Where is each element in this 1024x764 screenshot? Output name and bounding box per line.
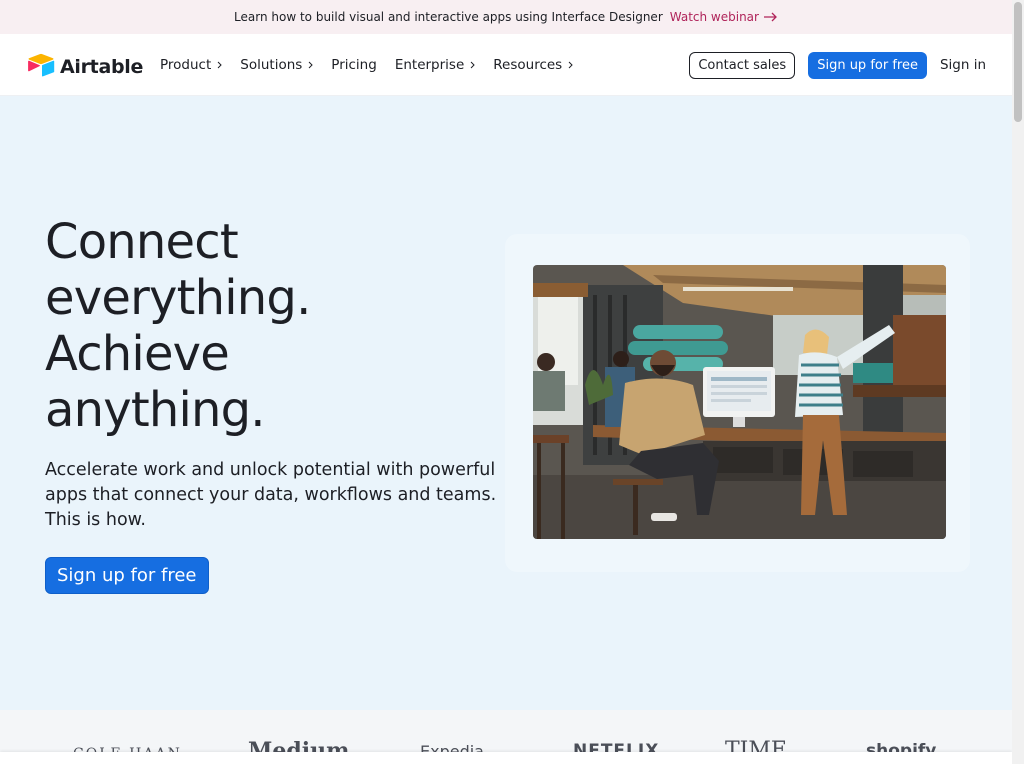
site-header: Airtable Product Solutions Pricing Enter… [0, 34, 1012, 96]
nav-item-label: Solutions [240, 57, 303, 73]
bottom-overlay-bar [0, 752, 1012, 764]
nav-item-enterprise[interactable]: Enterprise [395, 57, 475, 73]
nav-item-product[interactable]: Product [160, 57, 222, 73]
headline-line: Connect [45, 214, 239, 270]
nav-item-label: Product [160, 57, 212, 73]
airtable-logo-text: Airtable [60, 56, 144, 78]
nav-item-solutions[interactable]: Solutions [240, 57, 314, 73]
hero-office-photo [533, 265, 946, 539]
headline-line: anything. [45, 382, 266, 438]
chevron-right-icon [470, 61, 475, 69]
header-signup-button[interactable]: Sign up for free [808, 51, 927, 79]
sign-in-link[interactable]: Sign in [940, 57, 986, 73]
watch-webinar-link[interactable]: Watch webinar [670, 10, 778, 24]
watch-webinar-label: Watch webinar [669, 10, 759, 24]
announcement-text: Learn how to build visual and interactiv… [234, 10, 663, 24]
headline-line: everything. [45, 270, 311, 326]
scrollbar-thumb[interactable] [1014, 2, 1022, 122]
announcement-bar: Learn how to build visual and interactiv… [0, 0, 1012, 34]
hero-headline: Connect everything. Achieve anything. [45, 214, 465, 438]
header-actions: Contact sales Sign up for free Sign in [689, 34, 986, 96]
chevron-right-icon [217, 61, 222, 69]
airtable-logo[interactable]: Airtable [27, 53, 143, 81]
chevron-right-icon [568, 61, 573, 69]
hero-signup-button[interactable]: Sign up for free [45, 557, 209, 594]
nav-item-label: Pricing [331, 57, 377, 73]
hero-section: Connect everything. Achieve anything. Ac… [0, 96, 1012, 710]
contact-sales-button[interactable]: Contact sales [689, 51, 796, 79]
nav-item-resources[interactable]: Resources [493, 57, 573, 73]
chevron-right-icon [308, 61, 314, 69]
airtable-logo-icon [27, 53, 55, 81]
office-scene-image [533, 265, 946, 539]
hero-subtext: Accelerate work and unlock potential wit… [45, 460, 497, 530]
nav-item-pricing[interactable]: Pricing [331, 57, 377, 73]
arrow-right-icon [763, 12, 778, 22]
page: Learn how to build visual and interactiv… [0, 0, 1012, 764]
nav-item-label: Resources [493, 57, 563, 73]
nav-item-label: Enterprise [394, 57, 465, 73]
main-nav: Product Solutions Pricing Enterprise Res… [160, 34, 591, 96]
headline-line: Achieve [45, 326, 230, 382]
